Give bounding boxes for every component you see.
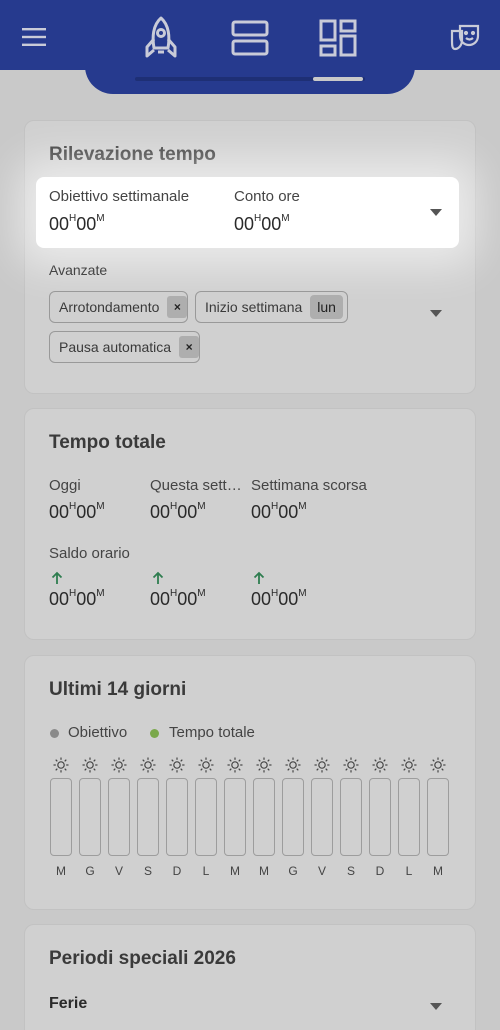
chip-auto-pause-label: Pausa automatica [59, 339, 172, 355]
day-bar[interactable] [282, 778, 304, 856]
special-periods-card [24, 924, 476, 1030]
this-week-value: 00H00M [150, 501, 206, 522]
day-bar[interactable] [166, 778, 188, 856]
sun-icon [140, 757, 156, 773]
chip-rounding[interactable]: Arrotondamento × [49, 291, 189, 323]
day-label: V [317, 864, 326, 878]
week-start-value[interactable]: lun [310, 295, 343, 319]
today-label: Oggi [49, 477, 81, 494]
day-label: S [346, 864, 355, 878]
day-label: D [172, 864, 182, 878]
sun-icon [111, 757, 127, 773]
total-time-title: Tempo totale [49, 432, 166, 453]
day-label: M [433, 864, 443, 878]
sun-icon [314, 757, 330, 773]
arrow-up-icon [51, 571, 63, 584]
chevron-down-icon[interactable] [430, 1003, 442, 1010]
legend-total-dot [150, 729, 159, 738]
chip-week-start[interactable]: Inizio settimana lun [195, 291, 348, 323]
last-week-value: 00H00M [251, 501, 307, 522]
balance-last-week-value: 00H00M [251, 588, 307, 609]
rocket-icon[interactable] [140, 14, 182, 62]
day-bar[interactable] [311, 778, 333, 856]
last-14-days-title: Ultimi 14 giorni [49, 679, 187, 700]
arrow-up-icon [152, 571, 164, 584]
day-label: M [230, 864, 240, 878]
weekly-goal-label: Obiettivo settimanale [49, 188, 190, 205]
day-bar[interactable] [195, 778, 217, 856]
sun-icon [343, 757, 359, 773]
close-icon[interactable]: × [167, 296, 188, 318]
this-week-label: Questa sett… [150, 477, 242, 494]
day-bar[interactable] [369, 778, 391, 856]
rows-icon[interactable] [228, 16, 272, 60]
balance-today-value: 00H00M [49, 588, 105, 609]
sun-icon [401, 757, 417, 773]
sun-icon [285, 757, 301, 773]
arrow-up-icon [253, 571, 265, 584]
dashboard-icon[interactable] [316, 16, 360, 60]
today-value: 00H00M [49, 501, 105, 522]
theater-masks-icon[interactable] [448, 20, 482, 54]
tab-indicator [313, 77, 363, 81]
sun-icon [82, 757, 98, 773]
day-bar[interactable] [79, 778, 101, 856]
day-bar[interactable] [137, 778, 159, 856]
day-label: L [405, 864, 413, 878]
chip-rounding-label: Arrotondamento [59, 299, 160, 315]
legend-objective-dot [50, 729, 59, 738]
sun-icon [53, 757, 69, 773]
hours-account-label: Conto ore [234, 188, 300, 205]
balance-this-week-value: 00H00M [150, 588, 206, 609]
day-bar[interactable] [398, 778, 420, 856]
weekly-goal-value: 00H00M [49, 213, 105, 234]
sun-icon [372, 757, 388, 773]
holidays-item[interactable]: Ferie [49, 995, 87, 1013]
sun-icon [430, 757, 446, 773]
day-bar[interactable] [108, 778, 130, 856]
day-label: V [114, 864, 123, 878]
day-label: L [202, 864, 210, 878]
day-label: G [85, 864, 95, 878]
sun-icon [198, 757, 214, 773]
legend-total-label: Tempo totale [169, 724, 255, 741]
day-bar[interactable] [224, 778, 246, 856]
day-label: M [259, 864, 269, 878]
legend-objective-label: Obiettivo [68, 724, 128, 741]
balance-label: Saldo orario [49, 545, 130, 562]
sun-icon [256, 757, 272, 773]
day-bar[interactable] [427, 778, 449, 856]
chevron-down-icon[interactable] [430, 209, 442, 216]
advanced-label: Avanzate [49, 262, 108, 278]
hours-account-value: 00H00M [234, 213, 290, 234]
day-label: M [56, 864, 66, 878]
time-tracking-title: Rilevazione tempo [49, 144, 216, 165]
day-label: G [288, 864, 298, 878]
day-label: D [375, 864, 385, 878]
day-bar[interactable] [340, 778, 362, 856]
special-periods-title: Periodi speciali 2026 [49, 948, 236, 969]
last-week-label: Settimana scorsa [251, 477, 367, 494]
sun-icon [169, 757, 185, 773]
sun-icon [227, 757, 243, 773]
chip-auto-pause[interactable]: Pausa automatica × [49, 331, 201, 363]
menu-icon[interactable] [18, 22, 50, 52]
chevron-down-icon[interactable] [430, 310, 442, 317]
chip-week-start-label: Inizio settimana [205, 299, 303, 315]
day-bar[interactable] [253, 778, 275, 856]
day-label: S [143, 864, 152, 878]
close-icon[interactable]: × [179, 336, 200, 358]
day-bar[interactable] [50, 778, 72, 856]
